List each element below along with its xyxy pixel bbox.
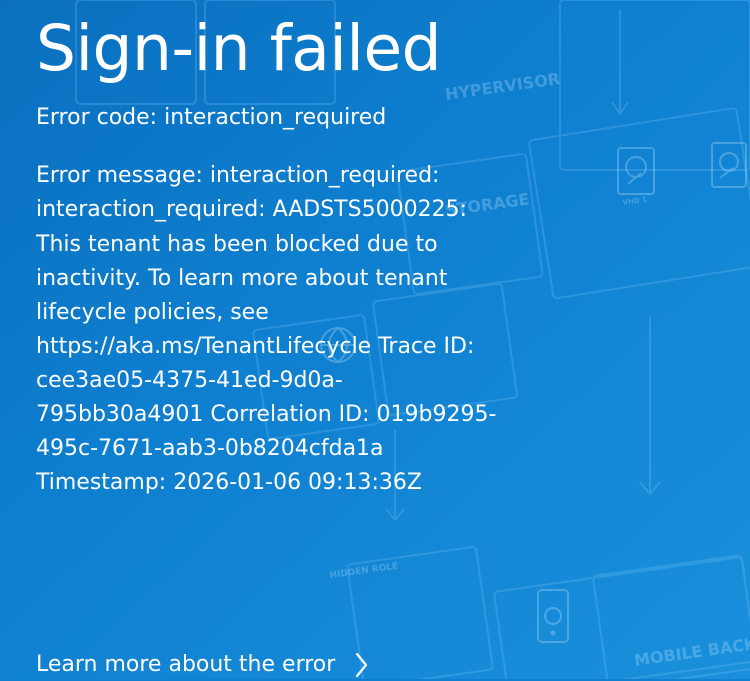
chevron-right-icon xyxy=(353,650,371,680)
page-title: Sign-in failed xyxy=(36,12,442,85)
error-code: Error code: interaction_required xyxy=(36,105,387,131)
error-message: Error message: interaction_required: int… xyxy=(36,163,497,496)
error-panel: Sign-in failed Error code: interaction_r… xyxy=(36,14,506,500)
learn-more-label: Learn more about the error xyxy=(36,652,336,677)
learn-more-link[interactable]: Learn more about the error xyxy=(36,650,371,681)
